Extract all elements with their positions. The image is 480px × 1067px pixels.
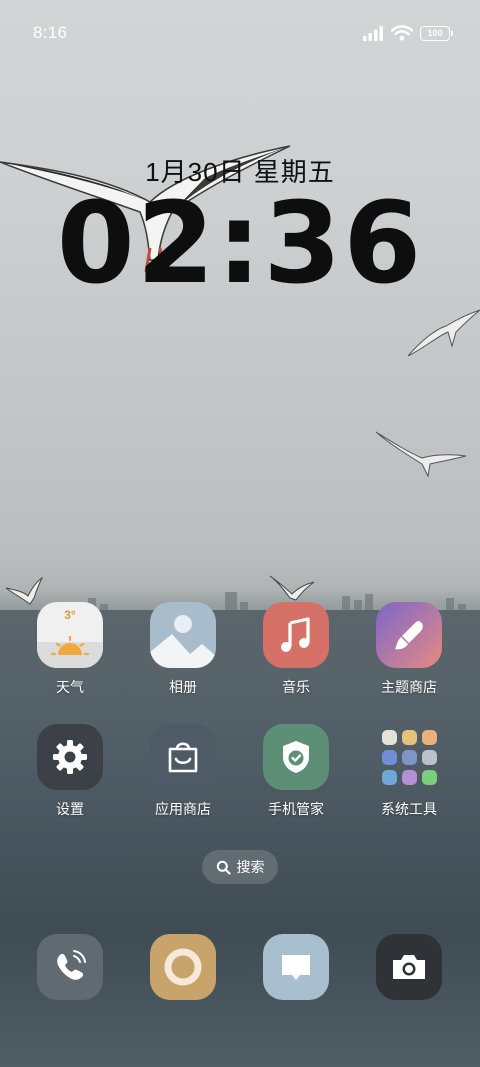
message-bubble-icon — [282, 955, 310, 980]
seagull-mid — [376, 431, 467, 478]
camera-icon — [393, 955, 425, 979]
dock-browser[interactable] — [150, 934, 216, 1000]
gear-icon — [37, 724, 103, 790]
gallery-icon — [150, 602, 216, 668]
battery-icon: 100 — [420, 25, 453, 41]
music-note-icon — [263, 602, 329, 668]
app-system-tools-folder[interactable]: 系统工具 — [354, 724, 464, 819]
app-music[interactable]: 音乐 — [241, 602, 351, 697]
shield-check-icon — [263, 724, 329, 790]
dock-messages[interactable] — [263, 934, 329, 1000]
app-label: 应用商店 — [155, 801, 211, 817]
search-label: 搜索 — [236, 859, 265, 875]
browser-ring-icon — [164, 948, 202, 986]
theme-brush-icon — [376, 602, 442, 668]
search-icon — [216, 860, 231, 875]
app-label: 系统工具 — [381, 801, 437, 817]
weather-sun-icon: 3° — [37, 602, 103, 668]
app-label: 设置 — [56, 801, 84, 817]
status-icons: 100 — [362, 25, 453, 41]
wifi-icon — [391, 25, 413, 41]
folder-icon — [376, 724, 442, 790]
app-phone-manager[interactable]: 手机管家 — [241, 724, 351, 819]
app-gallery[interactable]: 相册 — [128, 602, 238, 697]
status-bar: 8:16 100 — [0, 0, 480, 66]
app-label: 主题商店 — [381, 679, 437, 695]
clock-widget[interactable]: 02:36 — [0, 188, 480, 300]
status-time: 8:16 — [33, 23, 68, 42]
search-button[interactable]: 搜索 — [202, 850, 278, 884]
app-label: 天气 — [56, 679, 84, 695]
app-label: 音乐 — [282, 679, 310, 695]
phone-icon — [57, 950, 86, 980]
dock-camera[interactable] — [376, 934, 442, 1000]
app-theme-store[interactable]: 主题商店 — [354, 602, 464, 697]
weather-temp: 3° — [64, 608, 76, 622]
app-settings[interactable]: 设置 — [15, 724, 125, 819]
dock-phone[interactable] — [37, 934, 103, 1000]
seagull-small — [269, 575, 315, 601]
signal-bars-icon — [363, 26, 383, 41]
app-label: 手机管家 — [268, 801, 324, 817]
app-weather[interactable]: 3° 天气 — [15, 602, 125, 697]
battery-level: 100 — [427, 28, 443, 38]
app-app-store[interactable]: 应用商店 — [128, 724, 238, 819]
seagull-right — [407, 309, 480, 357]
app-label: 相册 — [169, 679, 197, 695]
shopping-bag-icon — [150, 724, 216, 790]
